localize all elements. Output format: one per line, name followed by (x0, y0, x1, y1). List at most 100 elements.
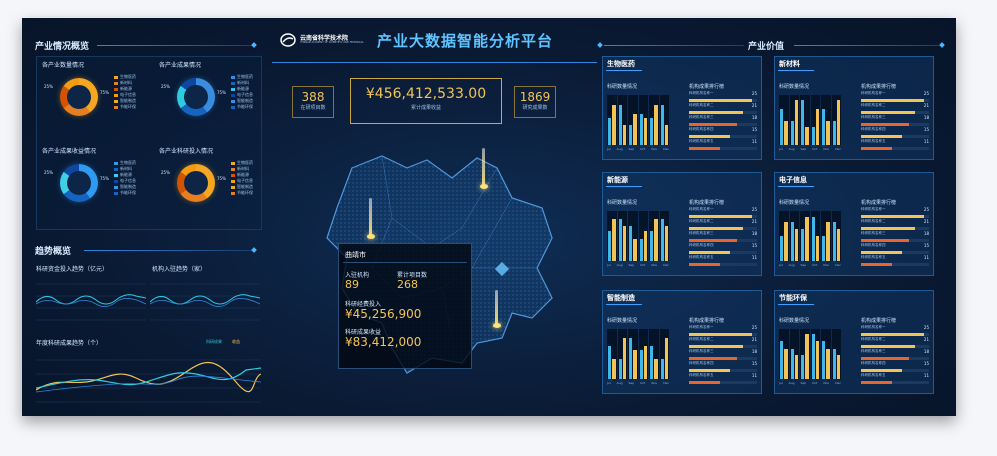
rank-row[interactable]: 科研机构名称四 15 (689, 127, 757, 139)
rank-fill (861, 227, 916, 230)
rank-row[interactable]: 科研机构名称二 21 (861, 337, 929, 349)
bar-group (607, 95, 617, 145)
rank-row[interactable]: 科研机构名称二 21 (689, 337, 757, 349)
rank-row[interactable]: 科研机构名称三 18 (689, 231, 757, 243)
bar (822, 341, 826, 379)
rank-subtitle: 机构成果排行榜 (689, 84, 725, 90)
month-label: Oct (640, 263, 646, 267)
rank-row[interactable]: 科研机构名称四 15 (689, 243, 757, 255)
rank-row[interactable]: 科研机构名称一 25 (861, 325, 929, 337)
month-axis: Jul Aug Sep Oct Nov Dec (607, 263, 669, 267)
bar (794, 100, 798, 145)
rank-label: 科研机构名称二 (689, 219, 714, 223)
rank-row[interactable]: 科研机构名称五 11 (861, 139, 929, 151)
trend3-legend-b: 收益 (232, 339, 240, 344)
bar-group (810, 95, 820, 145)
industry-title: 新材料 (779, 60, 800, 68)
rank-label: 科研机构名称五 (689, 139, 714, 143)
rank-row[interactable]: 科研机构名称四 15 (689, 361, 757, 373)
rank-label: 科研机构名称五 (861, 255, 886, 259)
rank-row[interactable]: 科研机构名称一 25 (861, 207, 929, 219)
rank-row[interactable]: 科研机构名称二 21 (861, 103, 929, 115)
rank-row[interactable]: 科研机构名称三 18 (689, 115, 757, 127)
donut-card: 各产业成果情况 25% 75% 生物医药 新材料 新能源 电子信息 智能制造 节能环保 (157, 60, 269, 142)
rank-fill (689, 123, 737, 126)
rank-row[interactable]: 科研机构名称二 21 (861, 219, 929, 231)
rank-row[interactable]: 科研机构名称一 25 (689, 325, 757, 337)
title-underline (778, 304, 814, 305)
rank-subtitle: 机构成果排行榜 (861, 318, 897, 324)
bar (805, 334, 809, 379)
rank-row[interactable]: 科研机构名称五 11 (689, 255, 757, 267)
bar (784, 121, 788, 145)
bar (805, 217, 809, 261)
bar-chart (607, 211, 669, 261)
rank-fill (861, 99, 924, 102)
rank-fill (689, 239, 737, 242)
map-marker[interactable] (480, 184, 488, 189)
month-label: Sep (628, 263, 635, 267)
industry-panel[interactable]: 电子信息 科研数量情况 机构成果排行榜 Jul Aug Sep Oct Nov Dec 科研机构名… (774, 172, 934, 276)
bar (654, 218, 658, 261)
donut-chart[interactable] (60, 78, 98, 116)
bar (608, 231, 612, 261)
bar (811, 217, 815, 261)
bar (815, 236, 819, 261)
rank-row[interactable]: 科研机构名称二 21 (689, 103, 757, 115)
bar (664, 338, 668, 379)
bar-group (821, 211, 831, 261)
map-marker[interactable] (493, 323, 501, 328)
month-label: Dec (835, 147, 841, 151)
bar (822, 109, 826, 145)
bar (622, 338, 626, 379)
donut-card: 各产业数量情况 25% 75% 生物医药 新材料 新能源 电子信息 智能制造 节能环保 (40, 60, 152, 142)
rank-value: 15 (923, 361, 929, 366)
bar (801, 229, 805, 261)
industry-panel[interactable]: 生物医药 科研数量情况 机构成果排行榜 Jul Aug Sep Oct Nov Dec 科研机构名… (602, 56, 762, 160)
rank-row[interactable]: 科研机构名称三 18 (861, 349, 929, 361)
month-label: Jul (607, 381, 611, 385)
trend1-chart (36, 283, 146, 321)
industry-panel[interactable]: 节能环保 科研数量情况 机构成果排行榜 Jul Aug Sep Oct Nov Dec 科研机构名… (774, 290, 934, 394)
month-label: Nov (651, 381, 658, 385)
stat-box-revenue: ¥456,412,533.00 累计成果收益 (350, 78, 502, 124)
rank-row[interactable]: 科研机构名称五 11 (861, 373, 929, 385)
month-label: Sep (628, 147, 635, 151)
donut-chart[interactable] (177, 164, 215, 202)
rank-row[interactable]: 科研机构名称五 11 (689, 373, 757, 385)
bar-group (831, 211, 841, 261)
rank-row[interactable]: 科研机构名称四 15 (861, 127, 929, 139)
bar (826, 349, 830, 379)
month-label: Dec (663, 147, 669, 151)
rank-row[interactable]: 科研机构名称五 11 (689, 139, 757, 151)
rank-row[interactable]: 科研机构名称一 25 (861, 91, 929, 103)
month-label: Nov (651, 147, 658, 151)
donut-chart[interactable] (177, 78, 215, 116)
trend2-title: 机构入驻趋势（家） (152, 266, 207, 273)
rank-row[interactable]: 科研机构名称一 25 (689, 207, 757, 219)
rank-row[interactable]: 科研机构名称四 15 (861, 361, 929, 373)
map-marker[interactable] (367, 234, 375, 239)
rank-row[interactable]: 科研机构名称三 18 (861, 231, 929, 243)
month-label: Dec (835, 263, 841, 267)
bar (836, 100, 840, 145)
industry-panel[interactable]: 智能制造 科研数量情况 机构成果排行榜 Jul Aug Sep Oct Nov Dec 科研机构名… (602, 290, 762, 394)
rank-row[interactable]: 科研机构名称一 25 (689, 91, 757, 103)
industry-panel[interactable]: 新能源 科研数量情况 机构成果排行榜 Jul Aug Sep Oct Nov Dec 科研机构名称… (602, 172, 762, 276)
industry-panel[interactable]: 新材料 科研数量情况 机构成果排行榜 Jul Aug Sep Oct Nov Dec 科研机构名称… (774, 56, 934, 160)
bar (790, 121, 794, 145)
legend-swatch (231, 161, 235, 165)
rank-value: 15 (923, 127, 929, 132)
legend-swatch (231, 179, 235, 183)
rank-row[interactable]: 科研机构名称五 11 (861, 255, 929, 267)
bar-group (638, 329, 648, 379)
rank-row[interactable]: 科研机构名称二 21 (689, 219, 757, 231)
rank-row[interactable]: 科研机构名称四 15 (861, 243, 929, 255)
rank-subtitle: 机构成果排行榜 (689, 200, 725, 206)
bar (643, 231, 647, 261)
bar-group (789, 211, 799, 261)
rank-row[interactable]: 科研机构名称三 18 (689, 349, 757, 361)
bar (612, 105, 616, 145)
donut-chart[interactable] (60, 164, 98, 202)
rank-row[interactable]: 科研机构名称三 18 (861, 115, 929, 127)
